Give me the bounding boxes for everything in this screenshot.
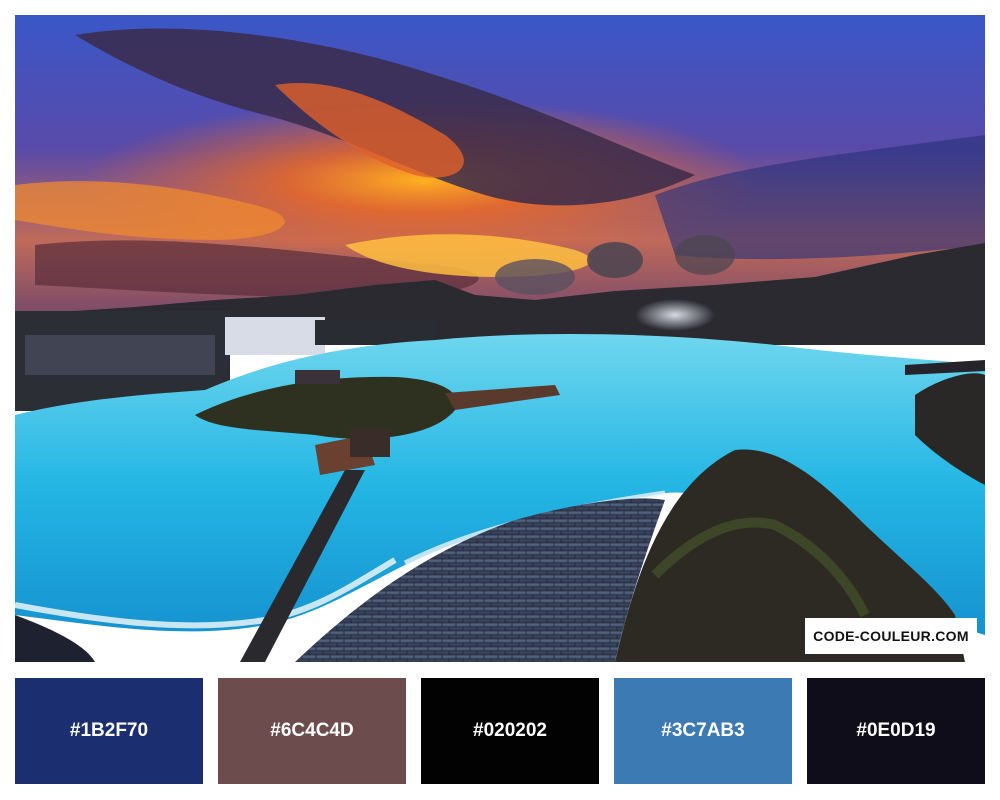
wooden-hut — [350, 429, 390, 457]
landscape-photo: CODE-COULEUR.COM — [15, 15, 985, 662]
steam-plume — [587, 242, 643, 278]
lagoon-scene — [15, 15, 985, 662]
watermark-label: CODE-COULEUR.COM — [805, 618, 977, 654]
swatch-hex: #020202 — [473, 720, 547, 741]
swatch-hex: #6C4C4D — [270, 720, 354, 741]
swatch-hex: #3C7AB3 — [661, 720, 745, 741]
swatch-hex: #1B2F70 — [69, 720, 149, 741]
building-windows — [25, 335, 215, 375]
swatch-1[interactable]: #1B2F70 — [15, 678, 203, 784]
white-building — [225, 317, 325, 355]
swatch-hex: #0E0D19 — [856, 720, 936, 741]
swatch-2[interactable]: #6C4C4D — [218, 678, 406, 784]
pool-cabin — [295, 370, 340, 384]
steam-plume — [675, 235, 735, 275]
color-palette: #1B2F70 #6C4C4D #020202 #3C7AB3 #0E0D19 — [15, 678, 985, 784]
swatch-5[interactable]: #0E0D19 — [807, 678, 985, 784]
swatch-4[interactable]: #3C7AB3 — [614, 678, 792, 784]
steam-plume — [635, 299, 715, 331]
swatch-3[interactable]: #020202 — [421, 678, 599, 784]
steam-plume — [495, 259, 575, 295]
